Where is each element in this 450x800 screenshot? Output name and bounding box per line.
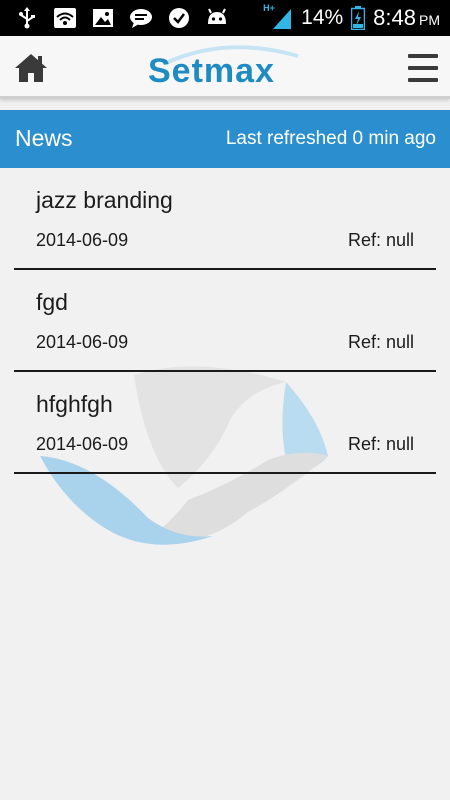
news-item[interactable]: hfghfgh 2014-06-09 Ref: null (14, 372, 436, 474)
home-button[interactable] (14, 52, 48, 84)
image-icon (90, 6, 116, 30)
news-ref: Ref: null (347, 230, 414, 250)
news-title: hfghfgh (36, 391, 113, 417)
home-icon (15, 54, 47, 82)
notification-icons (14, 6, 230, 30)
news-item[interactable]: jazz branding 2014-06-09 Ref: null (14, 168, 436, 270)
logo-text: Setmax (148, 52, 275, 90)
section-header: News Last refreshed 0 min ago (0, 110, 450, 168)
app-logo: Setmax (148, 42, 304, 94)
news-ref: Ref: null (347, 434, 414, 454)
clock: 8:48 PM (373, 5, 440, 30)
battery-percent: 14% (301, 6, 344, 29)
menu-button[interactable] (408, 54, 438, 82)
section-title: News (15, 125, 73, 151)
check-icon (166, 6, 192, 30)
android-icon (204, 6, 230, 30)
last-refreshed: Last refreshed 0 min ago (225, 128, 436, 149)
status-bar: H+ 14% 8:48 PM (0, 0, 450, 36)
action-bar: Setmax (0, 36, 450, 99)
wifi-icon (52, 6, 78, 30)
news-title: jazz branding (36, 187, 173, 213)
chat-icon (128, 6, 154, 30)
menu-icon-bar (408, 66, 438, 70)
news-title: fgd (36, 289, 68, 315)
news-list: jazz branding 2014-06-09 Ref: null fgd 2… (14, 168, 436, 474)
news-ref: Ref: null (347, 332, 414, 352)
status-right: H+ 14% 8:48 PM (263, 0, 440, 36)
battery-icon (350, 6, 366, 31)
news-item[interactable]: fgd 2014-06-09 Ref: null (14, 270, 436, 372)
signal-icon: H+ (263, 3, 293, 31)
menu-icon-bar (408, 78, 438, 82)
usb-icon (14, 6, 40, 30)
news-date: 2014-06-09 (36, 230, 129, 250)
menu-icon-bar (408, 54, 438, 58)
news-date: 2014-06-09 (36, 332, 129, 352)
news-date: 2014-06-09 (36, 434, 129, 454)
